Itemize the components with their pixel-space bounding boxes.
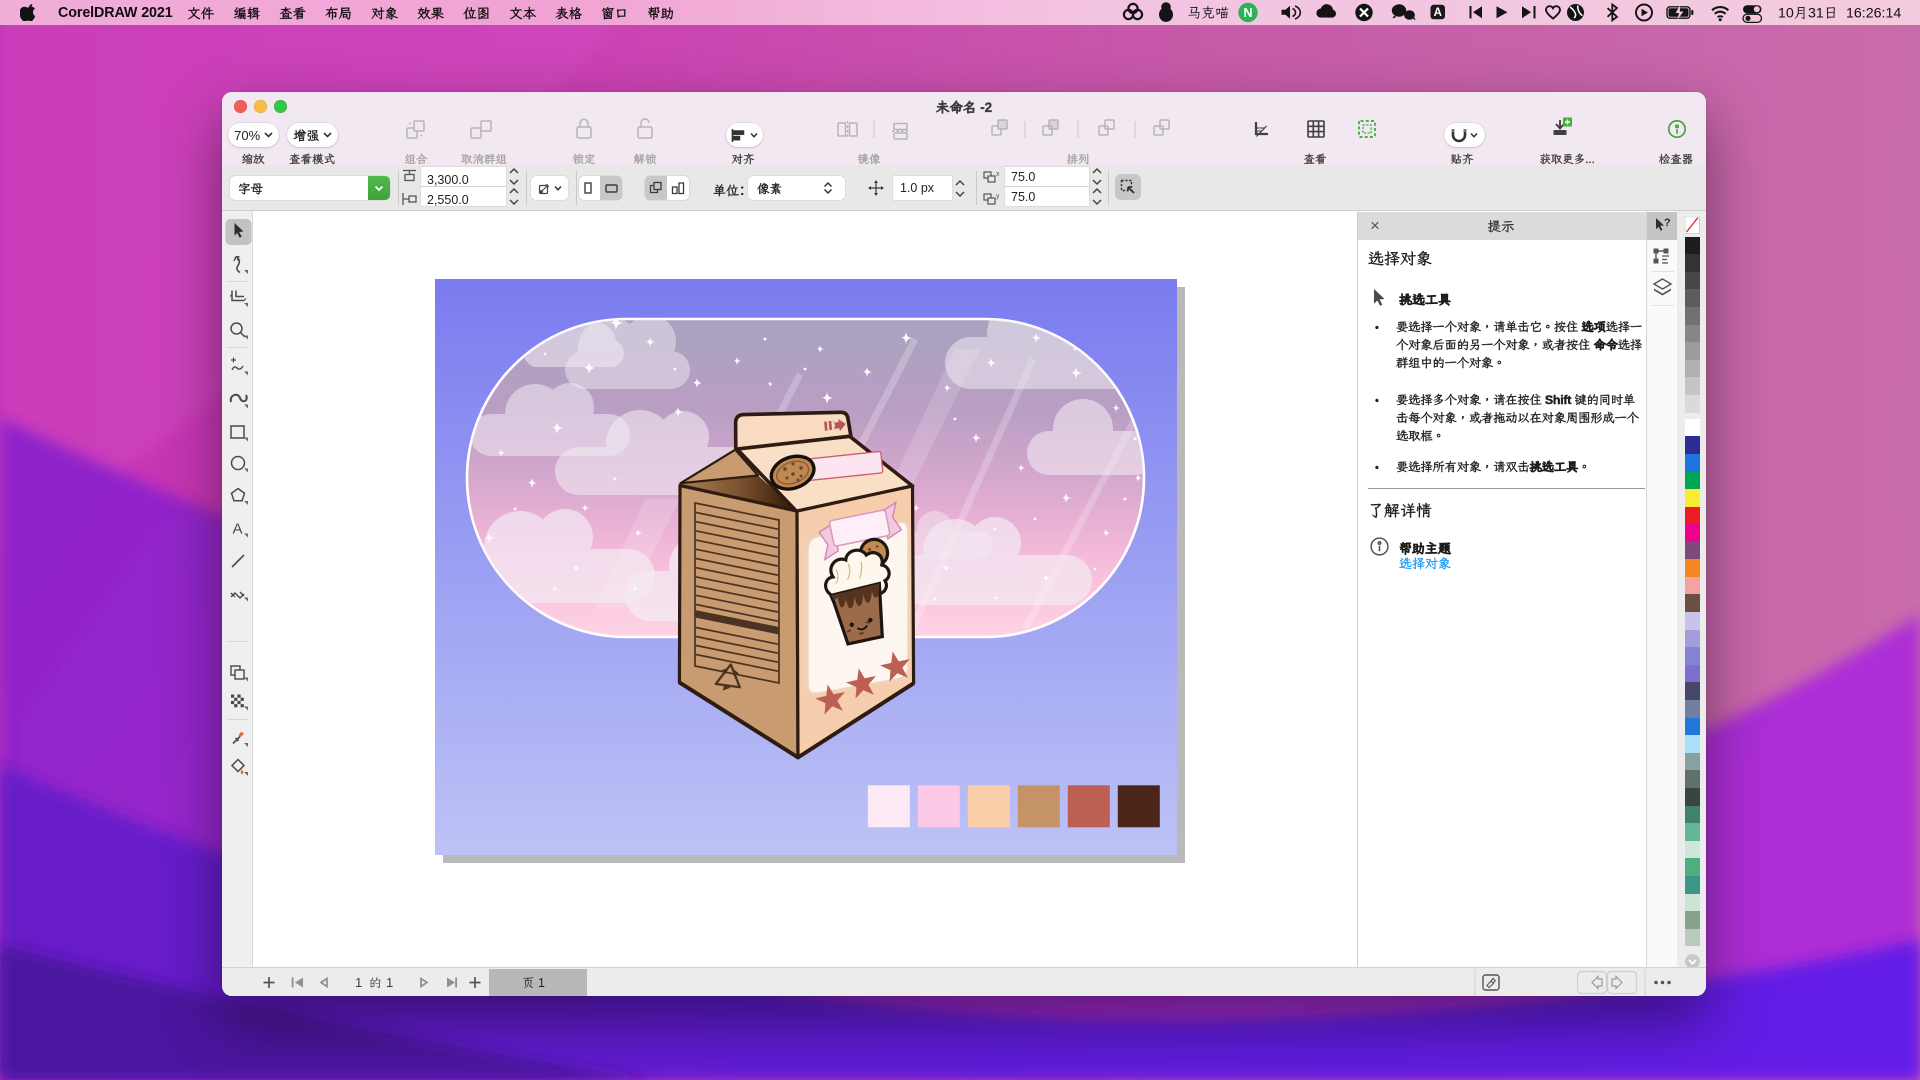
svg-text:A: A bbox=[1434, 7, 1442, 19]
svg-text:?: ? bbox=[1664, 217, 1671, 229]
svg-text:N: N bbox=[1244, 6, 1253, 20]
svg-text:A: A bbox=[233, 521, 243, 538]
svg-text:x: x bbox=[996, 171, 1000, 178]
svg-text:1: 1 bbox=[355, 975, 362, 990]
svg-text:页 1: 页 1 bbox=[522, 976, 545, 990]
svg-text:10月31日: 10月31日 bbox=[1778, 5, 1838, 21]
svg-text:的: 的 bbox=[369, 976, 382, 990]
svg-text:16:26:14: 16:26:14 bbox=[1846, 5, 1901, 21]
svg-text:马克喵: 马克喵 bbox=[1187, 4, 1229, 20]
svg-text:1: 1 bbox=[386, 975, 393, 990]
svg-text:y: y bbox=[996, 193, 1000, 200]
